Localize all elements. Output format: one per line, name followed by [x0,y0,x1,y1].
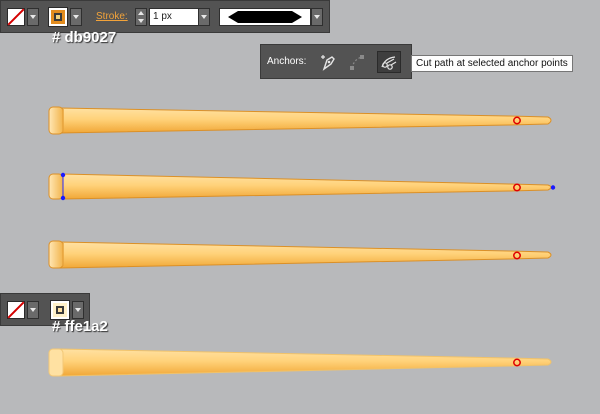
stick-1[interactable] [48,106,552,135]
anchor-point-tip[interactable] [550,185,556,190]
anchor-point-top-left[interactable] [60,172,66,178]
artboard [48,106,556,377]
stick-2[interactable] [48,172,556,201]
anchor-point-bottom-left[interactable] [60,195,66,201]
stick-4[interactable] [48,348,552,377]
stick-3[interactable] [48,240,552,269]
